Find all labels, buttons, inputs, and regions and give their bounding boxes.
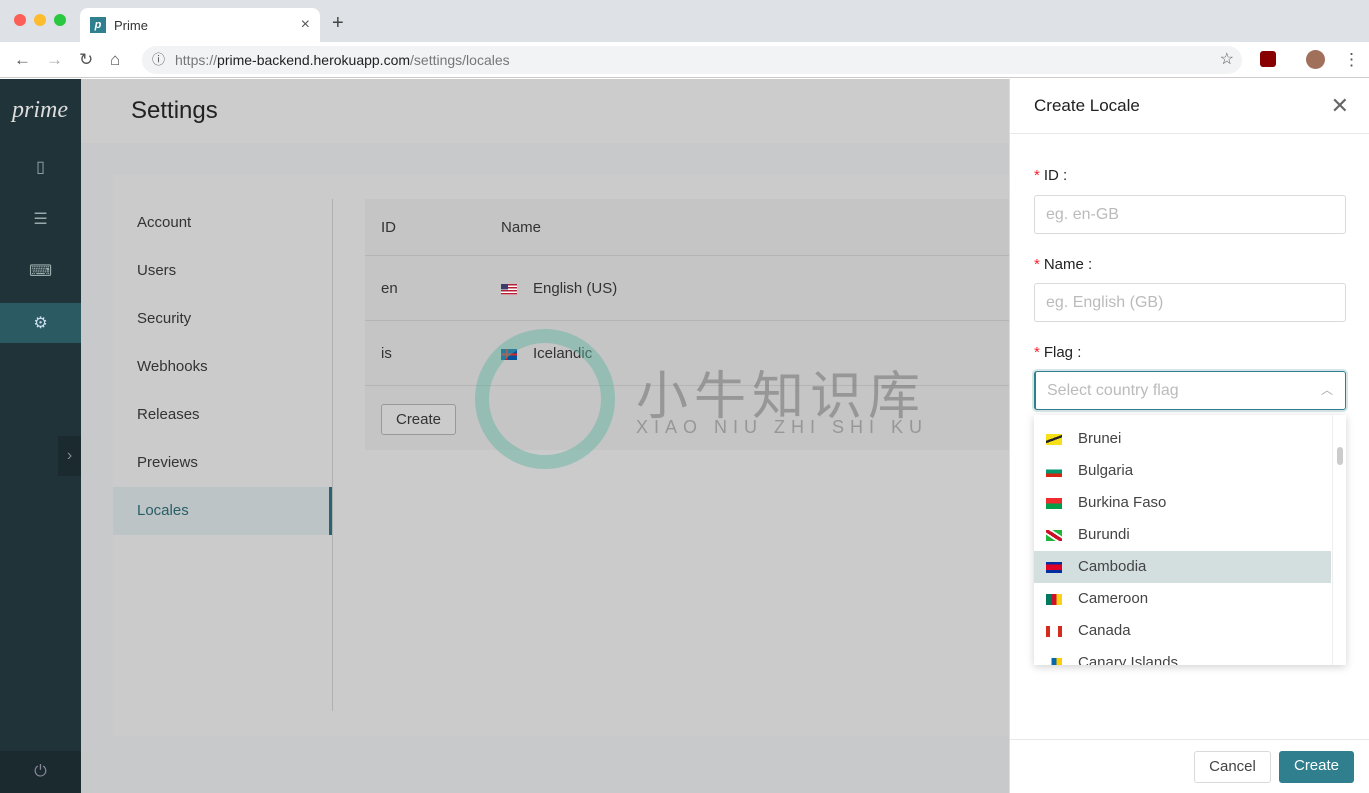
canada-flag-icon (1046, 625, 1062, 637)
logout-button[interactable]: ⏻ (0, 751, 81, 793)
browser-tab[interactable]: p Prime × (80, 8, 320, 42)
id-input[interactable]: eg. en-GB (1034, 195, 1346, 234)
app-sidebar: prime ▯ ☰ ⌨ ⚙ › ⏻ (0, 79, 81, 793)
url-scheme: https:// (175, 52, 218, 68)
maximize-window-button[interactable] (54, 14, 66, 26)
us-flag-icon (501, 283, 517, 295)
star-icon[interactable]: ☆ (1220, 46, 1234, 74)
expand-sidebar-button[interactable]: › (58, 436, 81, 476)
close-icon[interactable]: ✕ (1331, 93, 1349, 119)
locale-name: English (US) (533, 280, 618, 297)
locale-id: is (381, 345, 392, 362)
flag-select[interactable]: Select country flag ︿ (1034, 371, 1346, 410)
tab-title: Prime (114, 17, 148, 33)
create-locale-button[interactable]: Create (381, 404, 456, 435)
terminal-icon: ⌨ (28, 263, 53, 280)
option-burkina-faso[interactable]: Burkina Faso (1034, 487, 1331, 519)
flag-dropdown: Brunei Bulgaria Burkina Faso Burundi Cam… (1034, 415, 1346, 665)
minimize-window-button[interactable] (34, 14, 46, 26)
close-tab-icon[interactable]: × (301, 16, 310, 34)
cambodia-flag-icon (1046, 561, 1062, 573)
column-header-name: Name (501, 219, 542, 236)
flag-label: * Flag : (1034, 344, 1082, 361)
option-canary-islands[interactable]: Canary Islands (1034, 647, 1331, 665)
settings-menu-releases[interactable]: Releases (113, 391, 332, 439)
prime-favicon-icon: p (90, 17, 106, 33)
canary-islands-flag-icon (1046, 657, 1062, 665)
back-icon[interactable]: ← (14, 50, 31, 70)
new-tab-button[interactable]: + (332, 12, 344, 35)
chevron-right-icon: › (66, 447, 73, 464)
settings-menu-webhooks[interactable]: Webhooks (113, 343, 332, 391)
scrollbar-thumb[interactable] (1337, 447, 1343, 465)
main-content: Settings Account Users Security Webhooks… (81, 79, 1033, 793)
more-menu-icon[interactable]: ⋮ (1343, 50, 1360, 70)
info-icon[interactable]: ⓘ (152, 46, 165, 74)
table-header: ID Name (365, 199, 1025, 256)
locale-id: en (381, 280, 398, 297)
settings-menu-account[interactable]: Account (113, 199, 332, 247)
cancel-button[interactable]: Cancel (1194, 751, 1271, 783)
burkina-faso-flag-icon (1046, 497, 1062, 509)
option-cameroon[interactable]: Cameroon (1034, 583, 1331, 615)
page-title: Settings (131, 97, 218, 124)
watermark-logo (475, 329, 615, 469)
option-canada[interactable]: Canada (1034, 615, 1331, 647)
option-brunei[interactable]: Brunei (1034, 423, 1331, 455)
table-row[interactable]: en English (US) (365, 256, 1025, 321)
watermark-subtext: XIAO NIU ZHI SHI KU (636, 417, 929, 437)
drawer-header: Create Locale ✕ (1010, 79, 1369, 134)
column-header-id: ID (381, 219, 396, 236)
chevron-up-icon: ︿ (1320, 383, 1333, 397)
sidebar-item-documents[interactable]: ▯ (0, 147, 81, 187)
id-label: * ID : (1034, 167, 1068, 184)
settings-menu: Account Users Security Webhooks Releases… (113, 199, 333, 711)
option-bulgaria[interactable]: Bulgaria (1034, 455, 1331, 487)
forward-icon[interactable]: → (46, 50, 63, 70)
dropdown-scrollbar[interactable] (1332, 415, 1346, 665)
url-input[interactable]: ⓘ https://prime-backend.herokuapp.com/se… (142, 46, 1242, 74)
drawer-footer: Cancel Create (1010, 739, 1369, 793)
drawer-title: Create Locale (1034, 96, 1140, 115)
name-input[interactable]: eg. English (GB) (1034, 283, 1346, 322)
url-path: /settings/locales (410, 52, 510, 68)
brunei-flag-icon (1046, 433, 1062, 445)
home-icon[interactable]: ⌂ (110, 50, 120, 70)
cameroon-flag-icon (1046, 593, 1062, 605)
sidebar-item-schemas[interactable]: ☰ (0, 199, 81, 239)
list-icon: ☰ (33, 211, 48, 228)
name-label: * Name : (1034, 256, 1093, 273)
settings-menu-security[interactable]: Security (113, 295, 332, 343)
url-host: prime-backend.herokuapp.com (217, 52, 411, 68)
close-window-button[interactable] (14, 14, 26, 26)
create-button[interactable]: Create (1279, 751, 1354, 783)
create-locale-drawer: Create Locale ✕ * ID : eg. en-GB * Name : e… (1009, 79, 1369, 793)
reload-icon[interactable]: ↻ (79, 50, 93, 70)
bulgaria-flag-icon (1046, 465, 1062, 477)
logout-icon: ⏻ (34, 763, 47, 780)
option-cambodia[interactable]: Cambodia (1034, 551, 1331, 583)
gear-icon: ⚙ (33, 315, 48, 332)
settings-menu-locales[interactable]: Locales (113, 487, 332, 535)
prime-logo: prime (12, 97, 68, 123)
document-icon: ▯ (36, 159, 45, 176)
settings-menu-users[interactable]: Users (113, 247, 332, 295)
address-bar-row: ← → ↻ ⌂ ⓘ https://prime-backend.herokuap… (0, 42, 1369, 78)
burundi-flag-icon (1046, 529, 1062, 541)
option-burundi[interactable]: Burundi (1034, 519, 1331, 551)
settings-menu-previews[interactable]: Previews (113, 439, 332, 487)
page-header: Settings (81, 79, 1009, 143)
ublock-extension-icon[interactable] (1260, 51, 1276, 67)
flag-select-placeholder: Select country flag (1047, 382, 1179, 399)
browser-tab-bar: p Prime × + (0, 0, 1369, 42)
profile-avatar[interactable] (1306, 50, 1325, 69)
sidebar-item-playground[interactable]: ⌨ (0, 251, 81, 291)
sidebar-item-settings[interactable]: ⚙ (0, 303, 81, 343)
